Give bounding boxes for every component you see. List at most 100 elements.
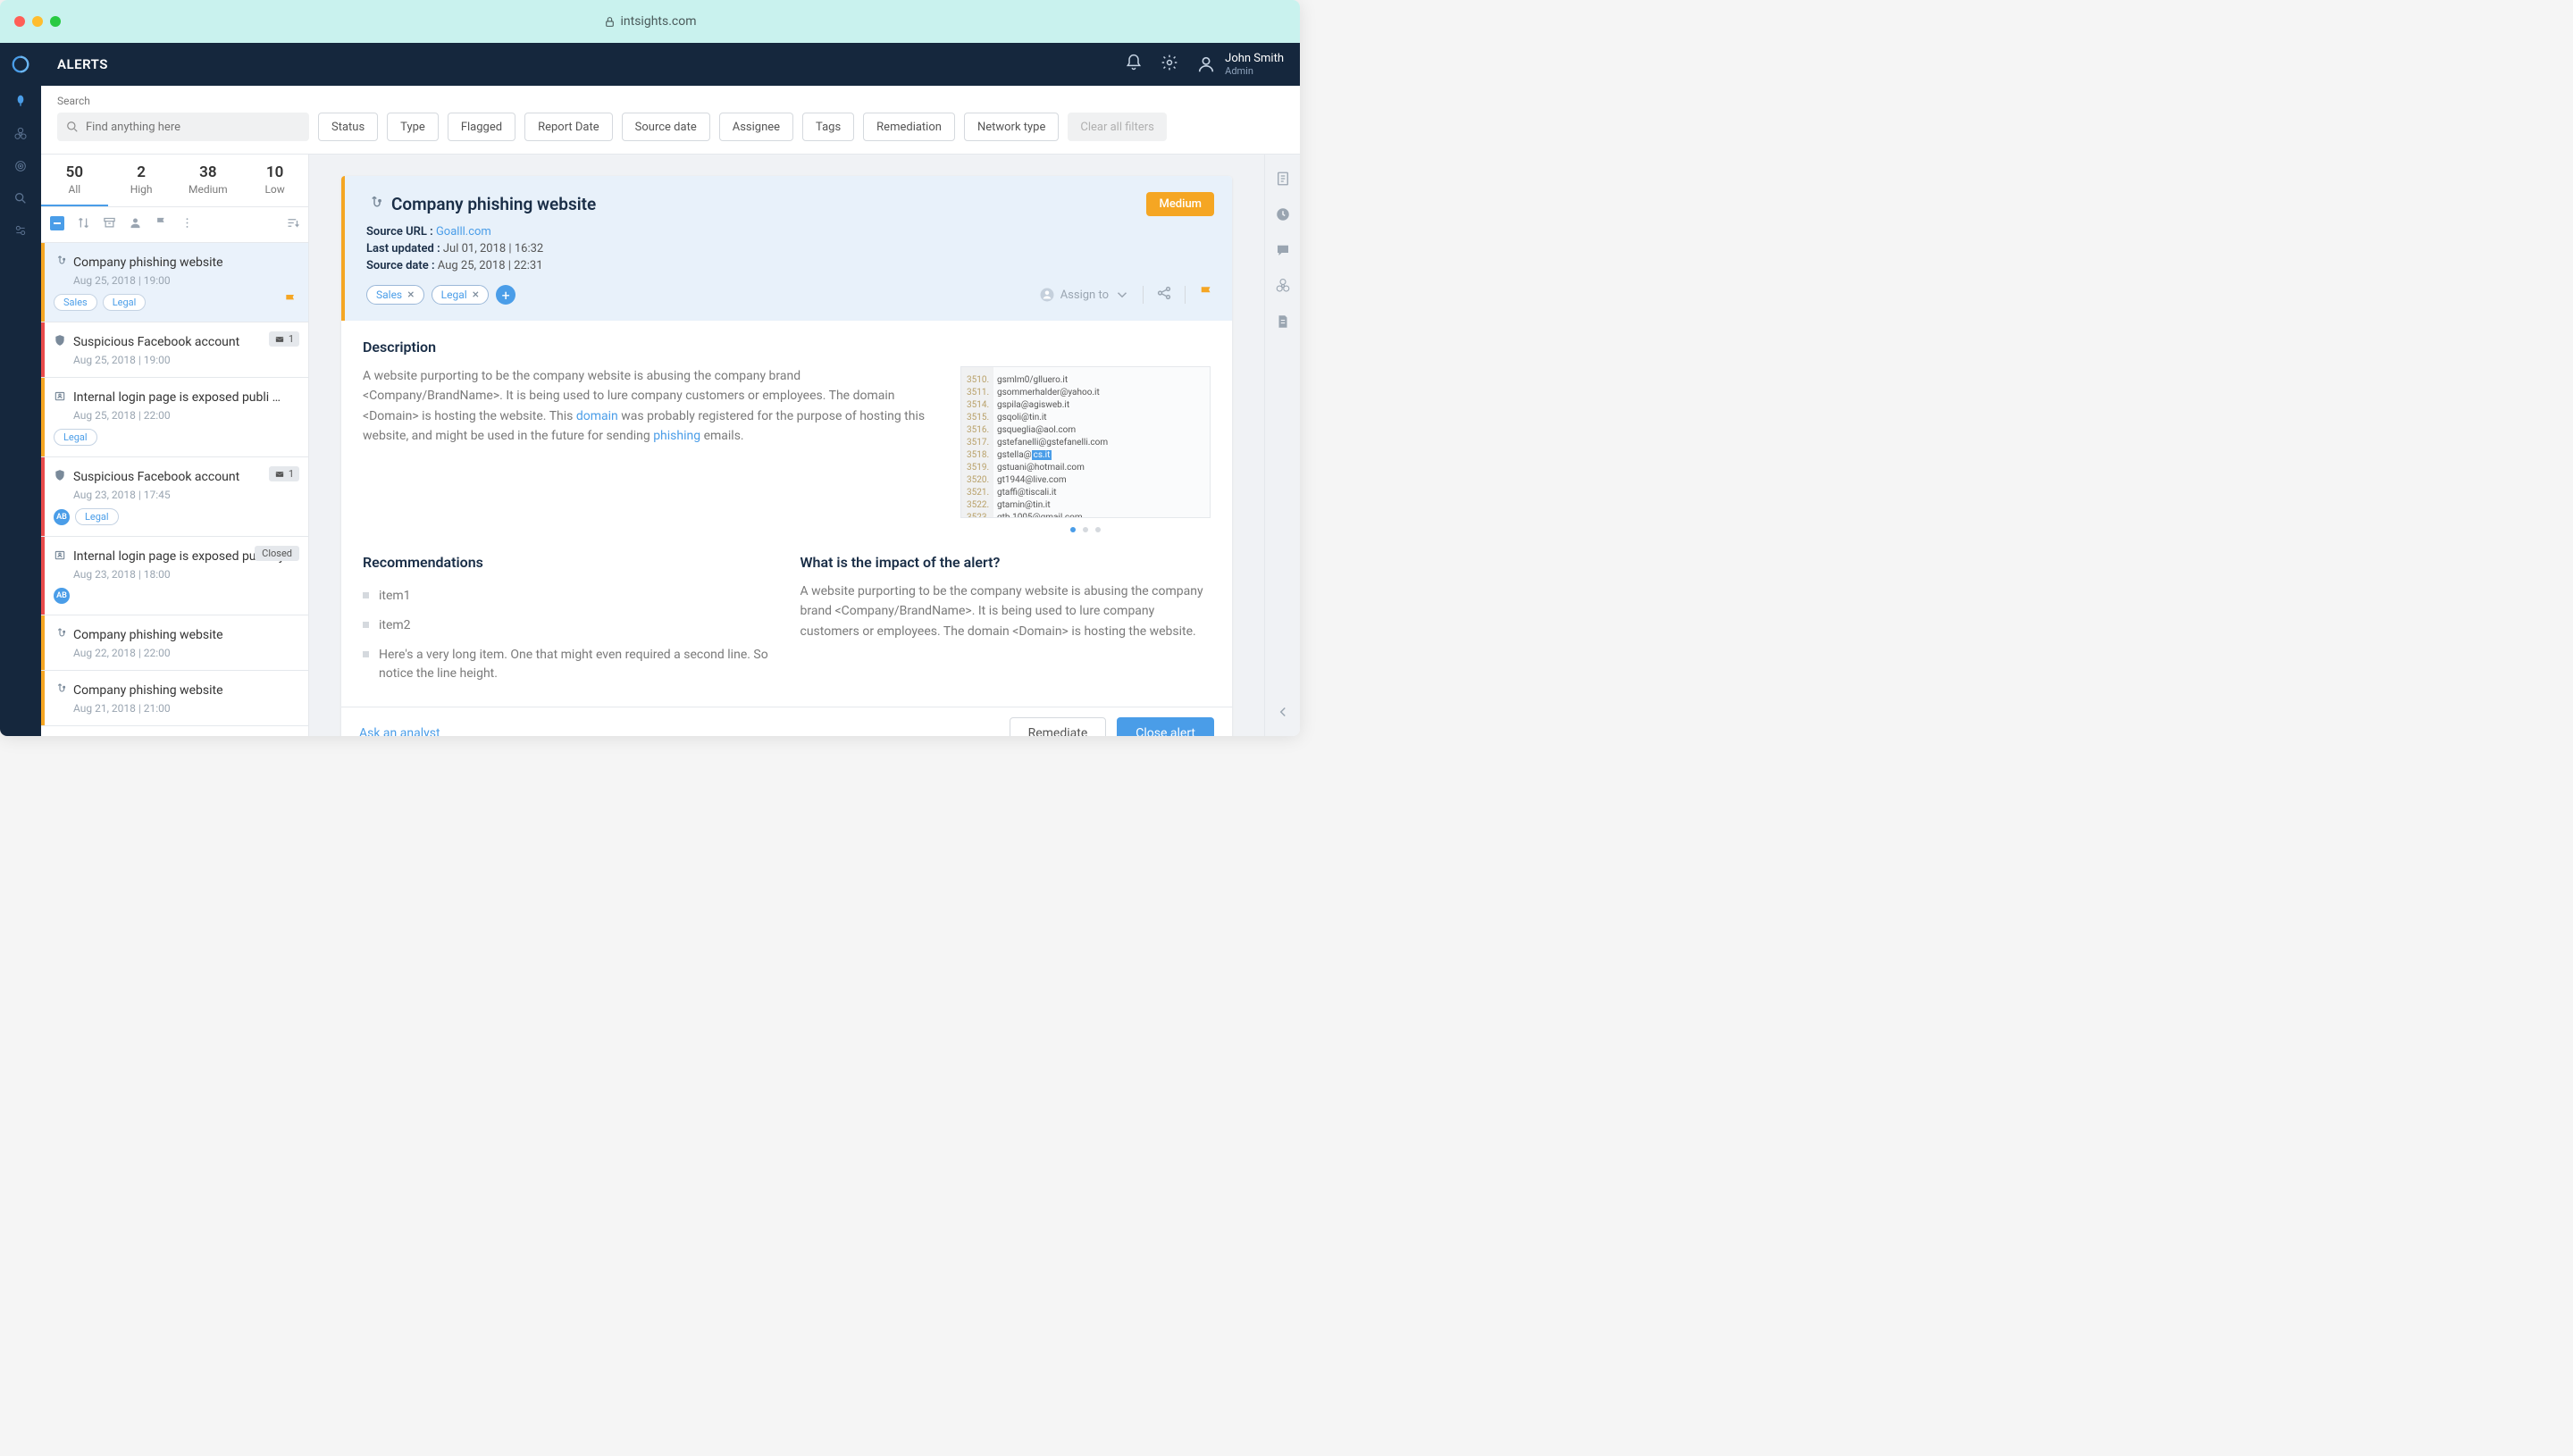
severity-tab-medium[interactable]: 38Medium xyxy=(175,155,242,206)
alert-date: Aug 22, 2018 | 22:00 xyxy=(73,647,298,659)
dot-1[interactable] xyxy=(1070,527,1076,532)
collapse-icon[interactable] xyxy=(1275,704,1291,724)
url-text: intsights.com xyxy=(620,14,696,29)
phishing-link[interactable]: phishing xyxy=(653,429,700,443)
filter-assignee[interactable]: Assignee xyxy=(719,113,793,141)
filters-inline: Status Type Flagged Report Date Source date A… xyxy=(57,113,1284,141)
alert-item[interactable]: Suspicious Facebook accountAug 23, 2018 … xyxy=(41,457,308,537)
filter-tags[interactable]: Tags xyxy=(802,113,854,141)
chip-sales[interactable]: Sales× xyxy=(366,285,424,305)
emails-preview[interactable]: 3510.3511.3514.3515.3516.3517.3518.3519.… xyxy=(960,366,1211,518)
ask-analyst-link[interactable]: Ask an analyst xyxy=(359,726,440,737)
alert-title: Suspicious Facebook account xyxy=(73,335,298,349)
detail-flag-icon[interactable] xyxy=(1198,285,1214,305)
filter-source-date[interactable]: Source date xyxy=(622,113,710,141)
flag-icon xyxy=(283,293,298,311)
avatar: AB xyxy=(54,509,70,525)
user-menu[interactable]: John Smith Admin xyxy=(1196,52,1284,78)
flag-icon[interactable] xyxy=(155,216,168,233)
recommendations-list: item1item2Here's a very long item. One t… xyxy=(363,582,774,689)
assign-to-button[interactable]: Assign to xyxy=(1039,287,1130,303)
bell-icon[interactable] xyxy=(1125,54,1143,75)
mail-badge: 1 xyxy=(269,466,299,481)
tag: Legal xyxy=(54,429,97,446)
dot-3[interactable] xyxy=(1095,527,1101,532)
notes-icon[interactable] xyxy=(1275,171,1291,190)
emails-preview-wrap: 3510.3511.3514.3515.3516.3517.3518.3519.… xyxy=(960,366,1211,532)
severity-tab-low[interactable]: 10Low xyxy=(241,155,308,206)
gear-icon[interactable] xyxy=(1161,54,1178,75)
alert-item[interactable]: Company phishing websiteAug 25, 2018 | 1… xyxy=(41,243,308,322)
maximize-window-button[interactable] xyxy=(50,16,61,27)
share-icon[interactable] xyxy=(1156,285,1172,305)
search-box[interactable] xyxy=(57,113,309,141)
logo[interactable] xyxy=(0,43,41,86)
sidebar-search-icon[interactable] xyxy=(0,182,41,214)
chip-legal[interactable]: Legal× xyxy=(432,285,490,305)
filter-type[interactable]: Type xyxy=(387,113,439,141)
add-tag-button[interactable]: + xyxy=(496,285,515,305)
minimize-window-button[interactable] xyxy=(32,16,43,27)
dot-2[interactable] xyxy=(1083,527,1088,532)
detail-footer: Ask an analyst Remediate Close alert xyxy=(341,707,1232,736)
assign-icon[interactable] xyxy=(129,216,142,233)
sidebar-biohazard-icon[interactable] xyxy=(0,118,41,150)
avatar: AB xyxy=(54,588,70,604)
severity-tab-high[interactable]: 2High xyxy=(108,155,175,206)
alert-list[interactable]: Company phishing websiteAug 25, 2018 | 1… xyxy=(41,243,308,736)
chevron-down-icon xyxy=(1114,287,1130,303)
filter-network-type[interactable]: Network type xyxy=(964,113,1059,141)
filter-status[interactable]: Status xyxy=(318,113,378,141)
detail-body: Description A website purporting to be t… xyxy=(341,321,1232,707)
list-toolbar xyxy=(41,207,308,243)
sort-icon[interactable] xyxy=(77,216,90,233)
description-text: A website purporting to be the company w… xyxy=(363,366,943,532)
alert-title: Company phishing website xyxy=(73,255,298,270)
filter-report-date[interactable]: Report Date xyxy=(524,113,613,141)
app-window: intsights.com ALERTS xyxy=(0,0,1300,736)
recommendation-item: item1 xyxy=(363,582,774,611)
domain-link[interactable]: domain xyxy=(576,409,618,423)
traffic-lights xyxy=(14,16,61,27)
search-icon xyxy=(66,121,79,133)
alert-date: Aug 23, 2018 | 18:00 xyxy=(73,568,298,581)
chip-remove-icon[interactable]: × xyxy=(473,289,479,301)
more-icon[interactable] xyxy=(180,216,194,233)
sidebar-alerts-icon[interactable] xyxy=(0,86,41,118)
select-all-checkbox[interactable] xyxy=(50,216,64,230)
clock-icon[interactable] xyxy=(1275,206,1291,226)
document-icon[interactable] xyxy=(1275,314,1291,333)
alert-item[interactable]: Company phishing websiteAug 21, 2018 | 2… xyxy=(41,671,308,726)
user-icon xyxy=(1196,54,1216,74)
filters-row: Search StatusTypeFlaggedReport DateSourc… xyxy=(41,86,1300,155)
filter-remediation[interactable]: Remediation xyxy=(863,113,955,141)
alert-item[interactable]: Internal login page is exposed publiclyA… xyxy=(41,537,308,615)
alert-item[interactable]: Suspicious Facebook accountAug 25, 2018 … xyxy=(41,322,308,378)
archive-icon[interactable] xyxy=(103,216,116,233)
filter-flagged[interactable]: Flagged xyxy=(448,113,515,141)
left-sidebar xyxy=(0,43,41,736)
clear-filters-button[interactable]: Clear all filters xyxy=(1068,113,1166,141)
detail-header: Company phishing website Medium Source U… xyxy=(341,176,1232,321)
sidebar-settings-icon[interactable] xyxy=(0,214,41,247)
close-alert-button[interactable]: Close alert xyxy=(1117,717,1214,737)
severity-tab-all[interactable]: 50All xyxy=(41,155,108,206)
hook-icon xyxy=(366,195,382,214)
header-right: John Smith Admin xyxy=(1125,52,1284,78)
search-input[interactable] xyxy=(86,121,300,134)
biohazard-icon[interactable] xyxy=(1275,278,1291,297)
chat-icon[interactable] xyxy=(1275,242,1291,262)
right-sidebar xyxy=(1264,155,1300,736)
remediate-button[interactable]: Remediate xyxy=(1010,717,1107,737)
alerts-list-panel: 50All2High38Medium10Low Company phishin xyxy=(41,155,309,736)
alert-item[interactable]: Internal login page is exposed publi …Au… xyxy=(41,378,308,457)
recommendation-item: Here's a very long item. One that might … xyxy=(363,640,774,689)
close-window-button[interactable] xyxy=(14,16,25,27)
source-url-link[interactable]: Goalll.com xyxy=(436,225,491,238)
sidebar-target-icon[interactable] xyxy=(0,150,41,182)
login-icon xyxy=(54,548,66,565)
alert-item[interactable]: Company phishing websiteAug 22, 2018 | 2… xyxy=(41,615,308,671)
tag: Legal xyxy=(103,294,147,311)
chip-remove-icon[interactable]: × xyxy=(407,289,414,301)
sort-desc-icon[interactable] xyxy=(286,216,299,233)
